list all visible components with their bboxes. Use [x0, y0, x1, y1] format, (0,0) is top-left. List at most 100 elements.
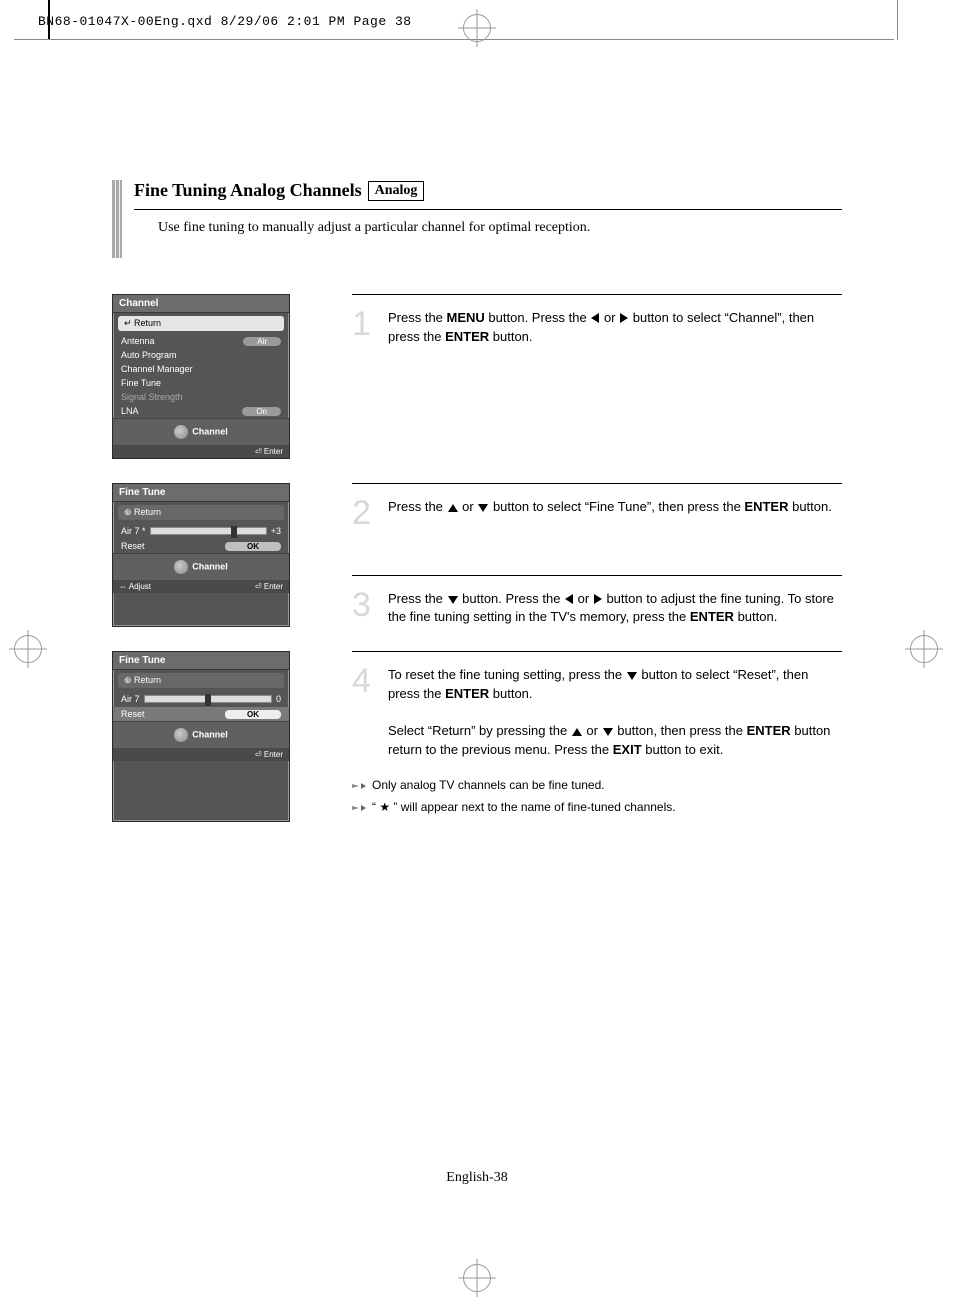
osd-fine-tune-adjust: Fine Tune ⊛ Return Air 7 * +3 Reset OK C…: [112, 483, 290, 627]
osd-value-pill: On: [242, 407, 281, 416]
osd-category: Channel: [192, 730, 228, 740]
osd-row-auto: Auto Program: [113, 348, 289, 362]
osd-slider-row: Air 7 * +3: [113, 523, 289, 539]
osd-row-fine-tune: Fine Tune: [113, 376, 289, 390]
osd-footer-enter: ⏎ Enter: [255, 582, 283, 591]
step-text: Press the MENU button. Press the or butt…: [388, 309, 842, 347]
page-number: English-38: [446, 1170, 507, 1186]
osd-row-manager: Channel Manager: [113, 362, 289, 376]
osd-title: Channel: [113, 295, 289, 313]
section-title: Fine Tuning Analog Channels: [134, 180, 362, 201]
osd-reset-label: Reset: [121, 541, 145, 551]
title-vertical-bar: [112, 180, 122, 258]
step-4: 4 To reset the fine tuning setting, pres…: [352, 651, 842, 821]
page-content: Fine Tuning Analog Channels Analog Use f…: [112, 180, 842, 822]
osd-swoosh: Channel: [113, 721, 289, 748]
step-1: 1 Press the MENU button. Press the or bu…: [352, 294, 842, 459]
analog-badge: Analog: [368, 181, 425, 201]
osd-channel-menu: Channel ↵ Return Antenna Air Auto Progra…: [112, 294, 290, 459]
step-text: To reset the fine tuning setting, press …: [388, 666, 842, 759]
osd-footer: ⏎ Enter: [113, 748, 289, 761]
osd-return-label: Return: [134, 318, 161, 328]
registration-mark-bottom: [463, 1264, 491, 1292]
down-arrow-icon: [627, 672, 637, 680]
osd-return-label: Return: [134, 507, 161, 517]
step-number: 3: [352, 590, 378, 628]
step-rule: [352, 483, 842, 484]
registration-mark-left: [14, 635, 42, 663]
down-arrow-icon: [478, 504, 488, 512]
right-arrow-icon: [620, 313, 628, 323]
osd-slider-value: 0: [276, 694, 281, 704]
registration-mark-top: [463, 14, 491, 42]
osd-return-row: ⊛ Return: [118, 505, 284, 520]
osd-reset-row: Reset OK: [113, 539, 289, 553]
osd-title: Fine Tune: [113, 484, 289, 502]
osd-label: LNA: [121, 406, 139, 416]
osd-slider-knob: [205, 694, 211, 706]
osd-channel-label: Air 7: [121, 694, 140, 704]
osd-ok-button: OK: [225, 542, 281, 551]
osd-row-signal: Signal Strength: [113, 390, 289, 404]
osd-reset-row-selected: Reset OK: [113, 707, 289, 721]
notes: Only analog TV channels can be fine tune…: [352, 778, 842, 814]
osd-fine-tune-reset: Fine Tune ⊛ Return Air 7 0 Reset OK Chan…: [112, 651, 290, 821]
note-bullet-icon: [352, 800, 366, 814]
osd-swoosh: Channel: [113, 418, 289, 445]
osd-row-lna: LNA On: [113, 404, 289, 418]
osd-label: Auto Program: [121, 350, 177, 360]
osd-label: Fine Tune: [121, 378, 161, 388]
osd-channel-label: Air 7 *: [121, 526, 146, 536]
left-arrow-icon: [591, 313, 599, 323]
osd-label: Signal Strength: [121, 392, 183, 402]
osd-slider-knob: [231, 526, 237, 538]
osd-footer-enter: ⏎ Enter: [255, 447, 283, 456]
osd-footer-adjust: ⇔ Adjust: [119, 582, 151, 591]
osd-category: Channel: [192, 561, 228, 571]
swoosh-icon: [174, 560, 188, 574]
left-arrow-icon: [565, 594, 573, 604]
osd-slider: [150, 527, 267, 535]
step-rule: [352, 294, 842, 295]
osd-return-label: Return: [134, 675, 161, 685]
registration-mark-right: [910, 635, 938, 663]
qxd-header: BN68-01047X-00Eng.qxd 8/29/06 2:01 PM Pa…: [38, 14, 412, 29]
note-text: “ ★ ” will appear next to the name of fi…: [372, 800, 676, 814]
up-arrow-icon: [448, 504, 458, 512]
swoosh-icon: [174, 728, 188, 742]
osd-ok-button: OK: [225, 710, 281, 719]
osd-label: Antenna: [121, 336, 155, 346]
osd-swoosh: Channel: [113, 553, 289, 580]
step-number: 2: [352, 498, 378, 529]
osd-footer: ⇔ Adjust ⏎ Enter: [113, 580, 289, 593]
up-arrow-icon: [572, 728, 582, 736]
osd-category: Channel: [192, 426, 228, 436]
osd-footer: ⏎ Enter: [113, 445, 289, 458]
crop-rule: [14, 39, 894, 40]
step-text: Press the button. Press the or button to…: [388, 590, 842, 628]
step-number: 1: [352, 309, 378, 347]
osd-return-row: ⊛ Return: [118, 673, 284, 688]
osd-slider: [144, 695, 272, 703]
osd-slider-value: +3: [271, 526, 281, 536]
osd-title: Fine Tune: [113, 652, 289, 670]
osd-slider-row: Air 7 0: [113, 691, 289, 707]
intro-text: Use fine tuning to manually adjust a par…: [158, 220, 842, 236]
osd-row-antenna: Antenna Air: [113, 334, 289, 348]
osd-return-row: ↵ Return: [118, 316, 284, 331]
step-rule: [352, 651, 842, 652]
step-number: 4: [352, 666, 378, 759]
note-bullet-icon: [352, 778, 366, 792]
step-rule: [352, 575, 842, 576]
osd-label: Channel Manager: [121, 364, 193, 374]
step-text: Press the or button to select “Fine Tune…: [388, 498, 832, 529]
down-arrow-icon: [603, 728, 613, 736]
step-2-3-col: 2 Press the or button to select “Fine Tu…: [352, 483, 842, 627]
crop-mark: [897, 0, 898, 40]
title-rule: [134, 209, 842, 210]
down-arrow-icon: [448, 596, 458, 604]
right-arrow-icon: [594, 594, 602, 604]
osd-reset-label: Reset: [121, 709, 145, 719]
note-text: Only analog TV channels can be fine tune…: [372, 778, 605, 792]
osd-footer-enter: ⏎ Enter: [255, 750, 283, 759]
